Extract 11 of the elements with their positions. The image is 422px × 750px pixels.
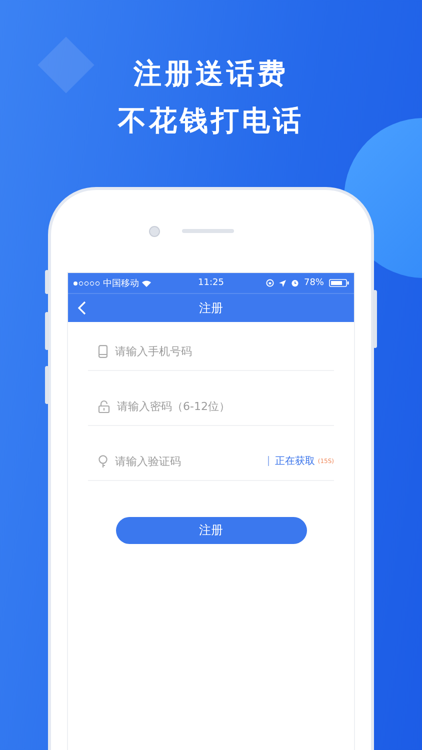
verification-code-field[interactable]: 请输入验证码 xyxy=(115,454,255,468)
page-title: 注册 xyxy=(199,300,223,316)
password-field[interactable]: 请输入密码（6-12位） xyxy=(117,400,257,412)
get-code-button[interactable]: 正在获取 xyxy=(274,454,315,468)
headline: 不花钱打电话 xyxy=(118,103,304,139)
status-time: 11:25 xyxy=(198,278,224,288)
register-button[interactable]: 注册 xyxy=(116,517,306,544)
headline: 注册送话费 xyxy=(134,56,288,92)
phone-number-field[interactable]: 请输入手机号码 xyxy=(115,344,255,358)
battery-percent: 78% xyxy=(304,278,324,288)
carrier-name: 中国移动 xyxy=(103,278,139,290)
